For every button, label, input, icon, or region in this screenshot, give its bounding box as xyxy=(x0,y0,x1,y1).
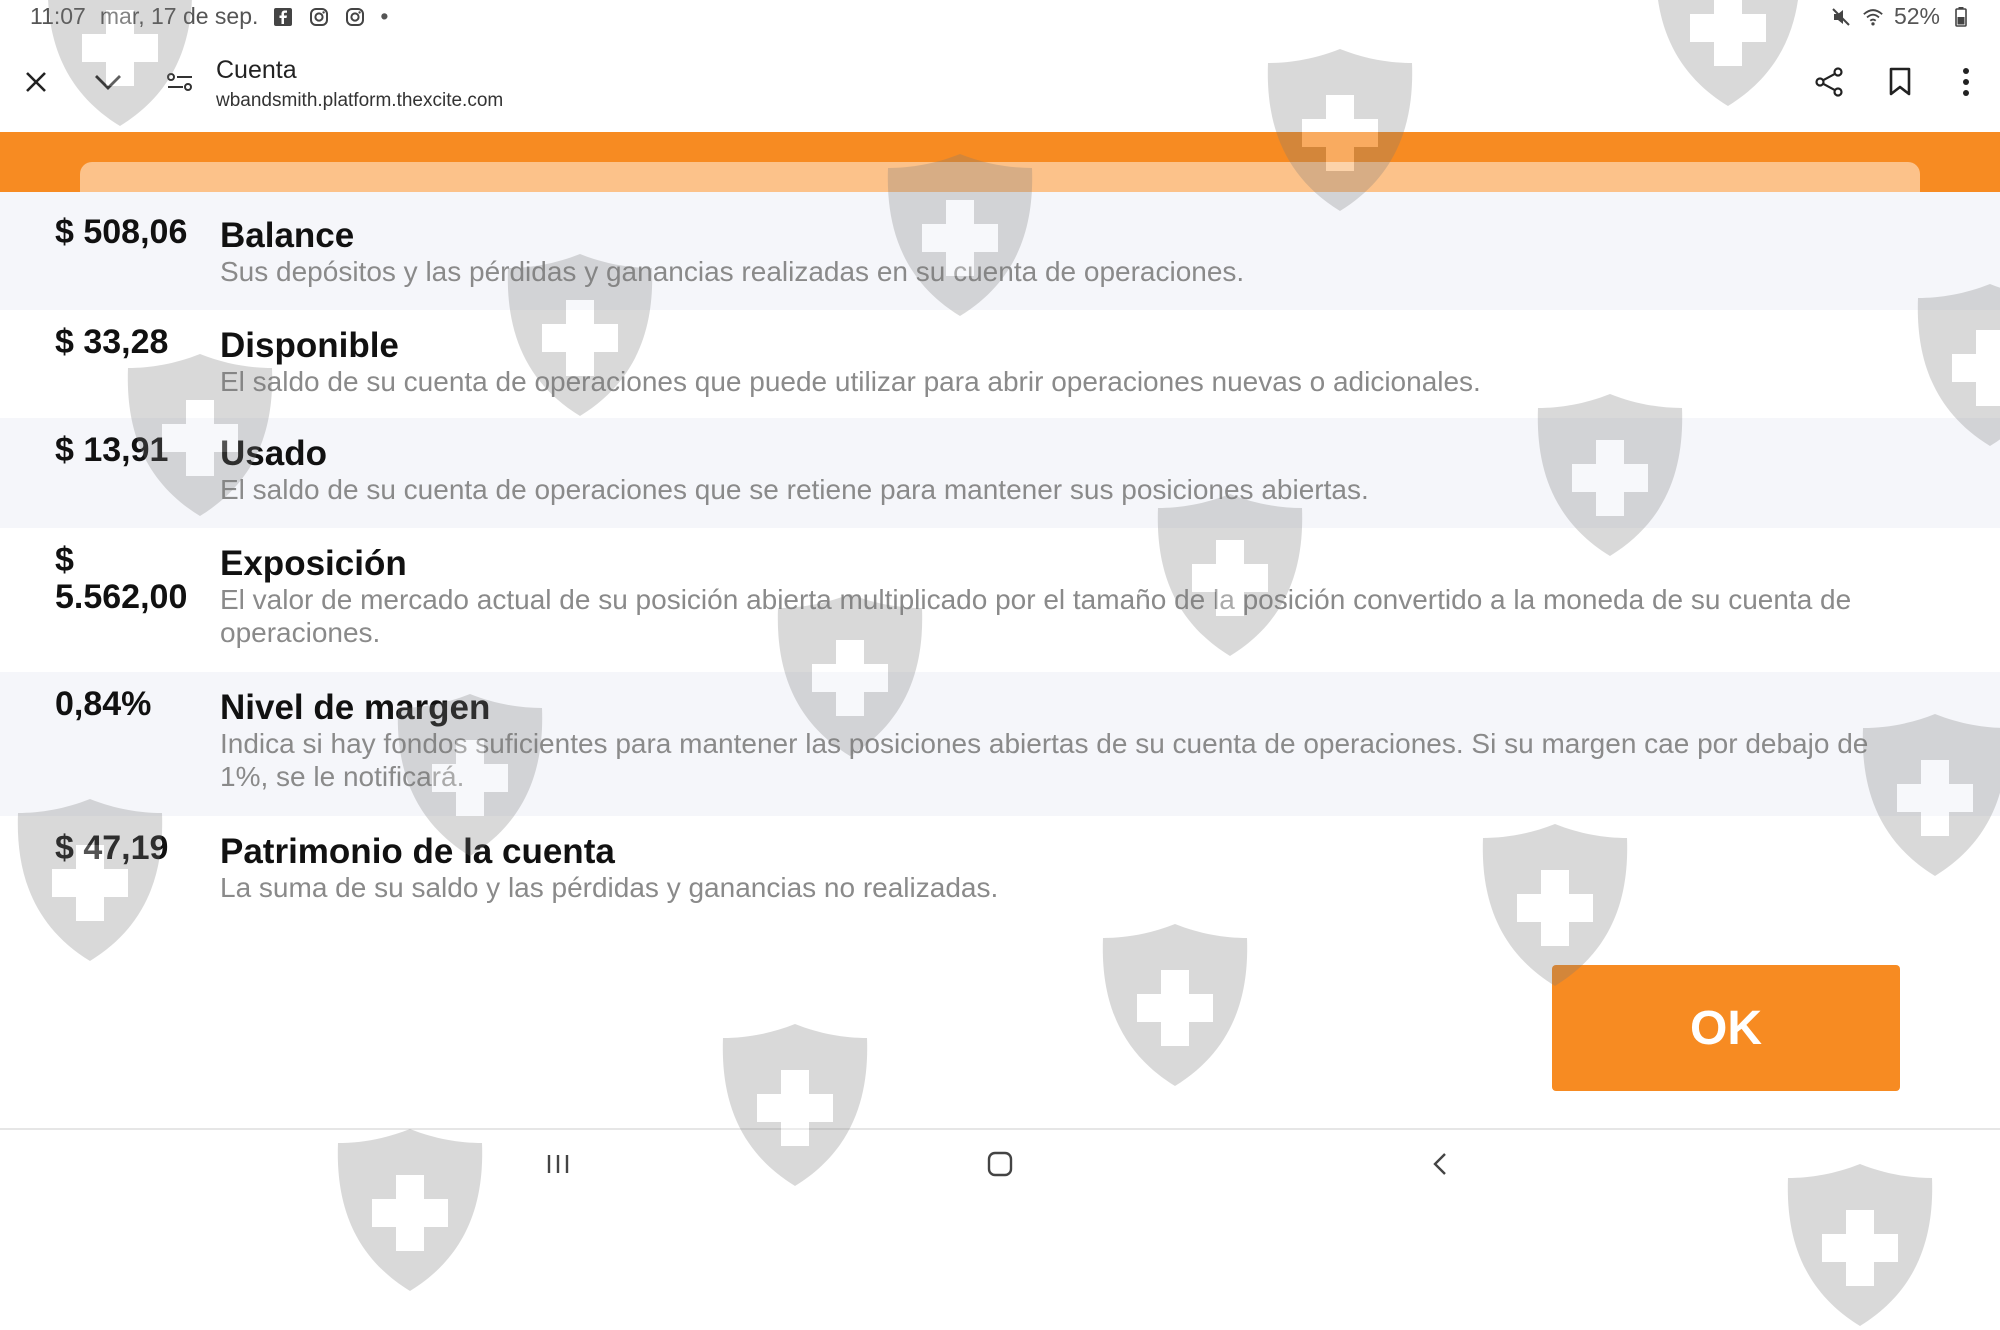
account-row-used: $ 13,91 Usado El saldo de su cuenta de o… xyxy=(0,418,2000,528)
bookmark-icon xyxy=(1888,67,1912,102)
row-value: $ 508,06 xyxy=(55,213,188,251)
row-value: $ 47,19 xyxy=(55,829,169,867)
row-label: Balance xyxy=(220,216,355,255)
status-time: 11:07 xyxy=(30,3,86,29)
close-button[interactable] xyxy=(10,58,62,110)
instagram-icon xyxy=(344,6,366,28)
home-button[interactable] xyxy=(970,1144,1030,1188)
minimize-button[interactable] xyxy=(82,58,134,110)
account-row-balance: $ 508,06 Balance Sus depósitos y las pér… xyxy=(0,192,2000,310)
row-label: Exposición xyxy=(220,544,407,583)
row-label: Nivel de margen xyxy=(220,688,491,727)
row-label: Patrimonio de la cuenta xyxy=(220,832,615,871)
back-button[interactable] xyxy=(1410,1144,1470,1188)
battery-percent: 52% xyxy=(1893,3,1940,29)
browser-toolbar: Cuenta wbandsmith.platform.thexcite.com xyxy=(0,36,2000,132)
row-value: $ 33,28 xyxy=(55,323,169,361)
page-url[interactable]: wbandsmith.platform.thexcite.com xyxy=(216,90,503,112)
wifi-icon xyxy=(1862,6,1884,28)
row-value: $ 13,91 xyxy=(55,431,169,469)
row-description: Sus depósitos y las pérdidas y ganancias… xyxy=(220,256,1245,287)
status-date: mar, 17 de sep. xyxy=(99,3,259,29)
chevron-down-icon xyxy=(93,72,123,97)
more-options-button[interactable] xyxy=(1940,58,1992,110)
site-settings-icon xyxy=(166,70,194,99)
account-row-available: $ 33,28 Disponible El saldo de su cuenta… xyxy=(0,310,2000,418)
row-description: La suma de su saldo y las pérdidas y gan… xyxy=(220,872,999,903)
system-nav-bar xyxy=(0,1128,2000,1202)
row-description: El saldo de su cuenta de operaciones que… xyxy=(220,366,1481,397)
mute-icon xyxy=(1830,6,1852,28)
page-title: Cuenta xyxy=(216,56,297,84)
row-description: El valor de mercado actual de su posició… xyxy=(220,584,1852,648)
close-icon xyxy=(23,69,49,100)
back-icon xyxy=(1430,1150,1450,1183)
bookmark-button[interactable] xyxy=(1874,58,1926,110)
more-vert-icon xyxy=(1961,67,1971,102)
row-label: Disponible xyxy=(220,326,399,365)
account-row-margin-level: 0,84% Nivel de margen Indica si hay fond… xyxy=(0,672,2000,816)
site-settings-button[interactable] xyxy=(154,58,206,110)
recent-apps-button[interactable] xyxy=(528,1144,588,1188)
row-value: $ 5.562,00 xyxy=(55,541,188,616)
status-bar: 11:07 mar, 17 de sep. • 52% xyxy=(0,0,2000,36)
recent-apps-icon xyxy=(544,1152,572,1181)
account-row-exposure: $ 5.562,00 Exposición El valor de mercad… xyxy=(0,528,2000,672)
share-button[interactable] xyxy=(1803,58,1855,110)
ok-button[interactable]: OK xyxy=(1552,965,1900,1091)
row-label: Usado xyxy=(220,434,327,473)
account-row-equity: $ 47,19 Patrimonio de la cuenta La suma … xyxy=(0,816,2000,930)
share-icon xyxy=(1814,66,1844,102)
battery-icon xyxy=(1950,6,1972,28)
row-value: 0,84% xyxy=(55,685,152,723)
instagram-icon xyxy=(308,6,330,28)
facebook-icon xyxy=(272,6,294,28)
home-icon xyxy=(986,1150,1014,1183)
notification-dot: • xyxy=(380,3,389,29)
row-description: El saldo de su cuenta de operaciones que… xyxy=(220,474,1369,505)
row-description: Indica si hay fondos suficientes para ma… xyxy=(220,728,1869,792)
